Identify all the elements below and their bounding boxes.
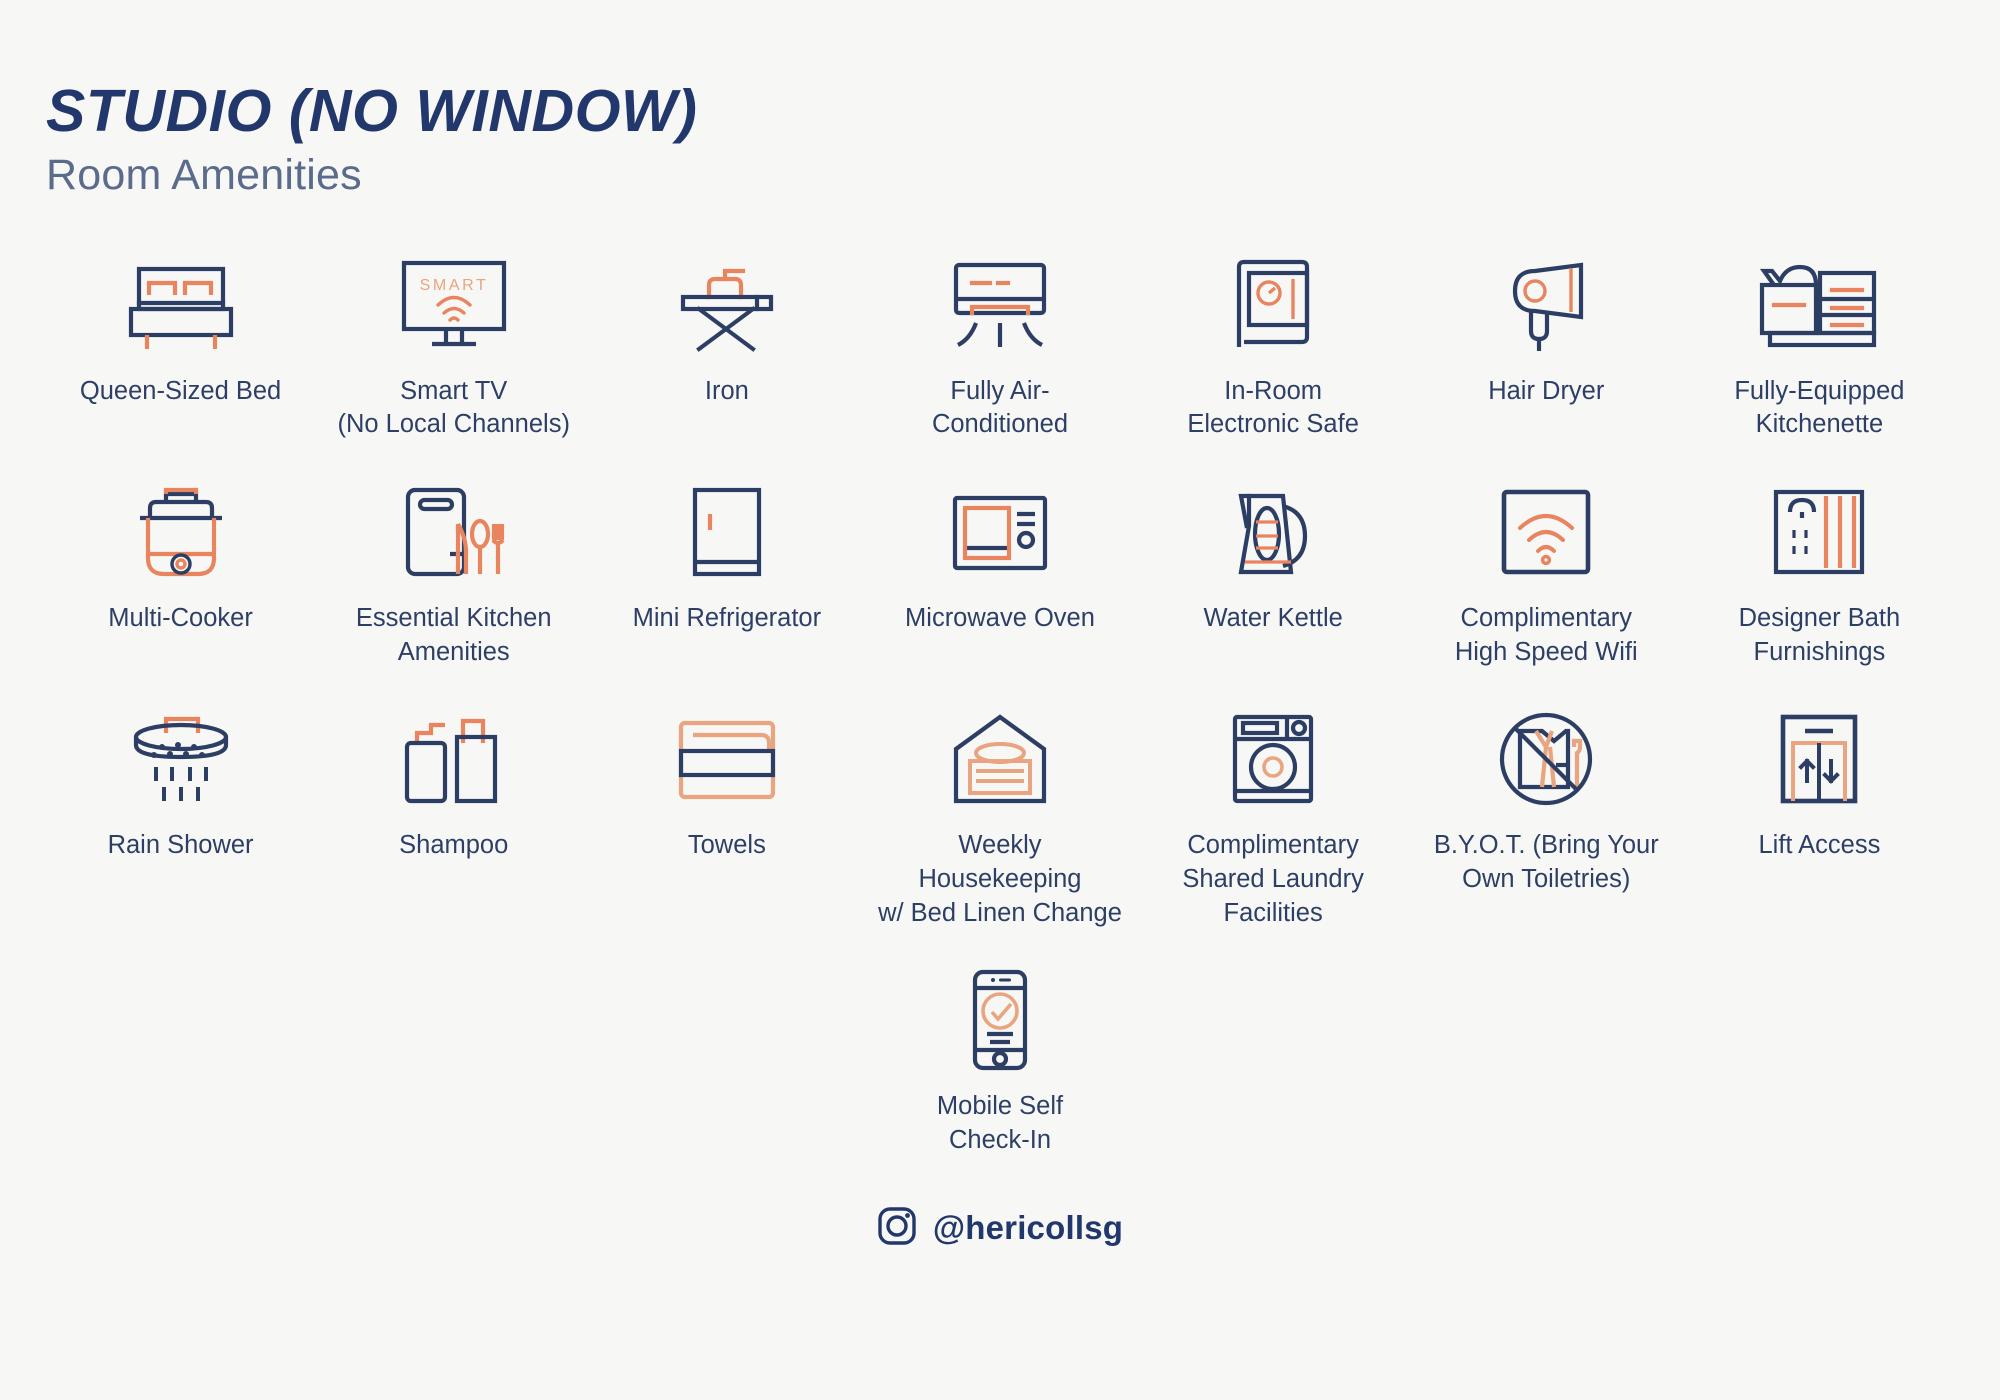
amenity-label: Designer Bath Furnishings: [1738, 604, 1901, 666]
microwave-icon: [945, 476, 1055, 588]
amenity-label: Iron: [704, 376, 749, 405]
amenity-label: Mobile Self Check-In: [936, 1092, 1064, 1155]
amenity-item-electronic-safe: In-Room Electronic Safe: [1139, 243, 1408, 448]
amenity-item-wifi: Complimentary High Speed Wifi: [1412, 470, 1681, 675]
bath-furnishings-icon: [1764, 476, 1874, 588]
amenity-label: Shampoo: [399, 831, 509, 860]
amenities-grid: Queen-Sized Bed SMART Smart TV (No Local…: [46, 243, 1954, 949]
no-toiletries-icon: [1490, 703, 1602, 815]
amenity-label: Water Kettle: [1203, 604, 1343, 633]
amenity-item-mini-refrigerator: Mini Refrigerator: [592, 470, 861, 675]
amenity-label: Essential Kitchen Amenities: [355, 604, 552, 666]
amenity-item-smart-tv: SMART Smart TV (No Local Channels): [319, 243, 588, 448]
amenity-item-kitchen-amenities: Essential Kitchen Amenities: [319, 470, 588, 675]
amenity-item-multi-cooker: Multi-Cooker: [46, 470, 315, 675]
amenity-label: Weekly Housekeeping w/ Bed Linen Change: [878, 831, 1122, 927]
amenity-item-microwave-oven: Microwave Oven: [865, 470, 1134, 675]
amenities-page: STUDIO (NO WINDOW) Room Amenities Queen-…: [0, 0, 2000, 1400]
amenity-label: Complimentary Shared Laundry Facilities: [1182, 831, 1364, 927]
housekeeping-icon: [942, 703, 1058, 815]
amenity-item-shampoo: Shampoo: [319, 697, 588, 936]
rain-shower-icon: [122, 703, 240, 815]
amenity-label: Fully Air- Conditioned: [931, 376, 1069, 439]
cutlery-board-icon: [396, 476, 512, 588]
bed-icon: [123, 249, 239, 361]
page-title: STUDIO (NO WINDOW): [46, 78, 698, 144]
amenity-label: Hair Dryer: [1488, 376, 1605, 405]
amenity-item-byot: B.Y.O.T. (Bring Your Own Toiletries): [1412, 697, 1681, 936]
amenity-label: Lift Access: [1758, 831, 1881, 860]
amenity-item-water-kettle: Water Kettle: [1139, 470, 1408, 675]
instagram-icon[interactable]: [877, 1206, 917, 1251]
kettle-icon: [1221, 476, 1325, 588]
footer: @hericollsg: [46, 1206, 1954, 1251]
wifi-icon: [1494, 476, 1598, 588]
towels-icon: [669, 703, 785, 815]
amenity-item-hair-dryer: Hair Dryer: [1412, 243, 1681, 448]
amenity-item-towels: Towels: [592, 697, 861, 936]
safe-icon: [1223, 249, 1323, 361]
page-subtitle: Room Amenities: [46, 151, 362, 200]
smart-tv-screen-text: SMART: [419, 277, 488, 294]
hair-dryer-icon: [1491, 249, 1601, 361]
amenity-item-queen-sized-bed: Queen-Sized Bed: [46, 243, 315, 448]
smart-tv-icon: SMART: [394, 249, 514, 361]
amenity-label: Rain Shower: [107, 831, 254, 860]
amenity-item-mobile-checkin: Mobile Self Check-In: [866, 958, 1134, 1163]
air-conditioner-icon: [942, 249, 1058, 361]
amenity-label: Complimentary High Speed Wifi: [1454, 604, 1638, 666]
amenity-item-kitchenette: Fully-Equipped Kitchenette: [1685, 243, 1954, 448]
kitchenette-icon: [1754, 249, 1884, 361]
instagram-handle[interactable]: @hericollsg: [933, 1209, 1123, 1247]
amenity-label: Smart TV (No Local Channels): [337, 376, 570, 439]
amenity-label: Microwave Oven: [905, 604, 1095, 633]
amenity-item-laundry: Complimentary Shared Laundry Facilities: [1139, 697, 1408, 936]
iron-icon: [669, 249, 785, 361]
lift-icon: [1769, 703, 1869, 815]
laundry-icon: [1221, 703, 1325, 815]
amenity-item-air-conditioned: Fully Air- Conditioned: [865, 243, 1134, 448]
amenity-label: Queen-Sized Bed: [79, 376, 282, 405]
amenity-item-housekeeping: Weekly Housekeeping w/ Bed Linen Change: [865, 697, 1134, 936]
amenity-label: Fully-Equipped Kitchenette: [1734, 376, 1905, 439]
amenity-label: Multi-Cooker: [108, 604, 253, 633]
amenity-item-rain-shower: Rain Shower: [46, 697, 315, 936]
multi-cooker-icon: [126, 476, 236, 588]
amenity-label: B.Y.O.T. (Bring Your Own Toiletries): [1433, 831, 1659, 894]
shampoo-icon: [399, 703, 509, 815]
refrigerator-icon: [677, 476, 777, 588]
mobile-checkin-icon: [957, 964, 1043, 1076]
amenity-item-bath-furnishings: Designer Bath Furnishings: [1685, 470, 1954, 675]
amenity-label: In-Room Electronic Safe: [1187, 376, 1359, 439]
amenity-label: Towels: [687, 831, 766, 860]
amenity-item-lift-access: Lift Access: [1685, 697, 1954, 936]
amenity-label: Mini Refrigerator: [632, 604, 822, 633]
amenities-last-row: Mobile Self Check-In: [46, 958, 1954, 1163]
amenity-item-iron: Iron: [592, 243, 861, 448]
